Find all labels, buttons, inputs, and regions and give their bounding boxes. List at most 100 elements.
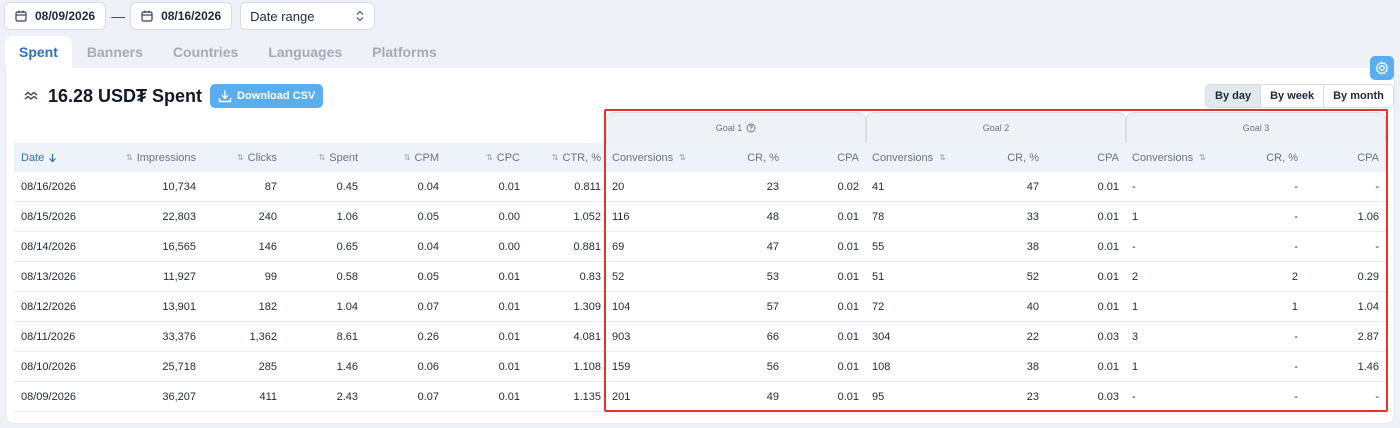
date-to-button[interactable]: 08/16/2026: [130, 2, 233, 30]
cell-g2-cpa: 0.01: [1097, 360, 1119, 373]
date-range-select[interactable]: Date range: [240, 2, 376, 30]
cell-date: 08/15/2026: [21, 210, 77, 223]
cell-impressions: 25,718: [162, 360, 196, 373]
summary-header: 16.28 USD₮ Spent Download CSV: [24, 84, 324, 108]
cell-date: 08/09/2026: [21, 390, 77, 403]
cell-ctr: 1.052: [573, 210, 601, 223]
cell-g1-cr: 23: [766, 180, 779, 193]
cell-g3-conv: 2: [1132, 270, 1139, 283]
cell-ctr: 1.108: [573, 360, 601, 373]
goal-1-label: Goal 1: [715, 123, 743, 133]
cell-ctr: 4.081: [573, 330, 601, 343]
col-cr-label: CR, %: [747, 151, 779, 164]
col-g2-cr-header[interactable]: CR, %: [974, 143, 1039, 172]
col-impressions-header[interactable]: ⇅ Impressions: [109, 143, 196, 172]
cell-cpm: 0.04: [417, 180, 439, 193]
col-clicks-header[interactable]: ⇅ Clicks: [214, 143, 277, 172]
cell-cpc: 0.01: [498, 300, 520, 313]
cell-g1-cpa: 0.01: [837, 240, 859, 253]
date-separator: —: [111, 8, 126, 24]
col-spent-header[interactable]: ⇅ Spent: [294, 143, 358, 172]
col-g1-cr-header[interactable]: CR, %: [714, 143, 779, 172]
col-g1-conversions-header[interactable]: Conversions ⇅: [612, 143, 686, 172]
tab-spent[interactable]: Spent: [5, 36, 72, 68]
cell-clicks: 146: [258, 240, 277, 253]
cell-g3-cpa: 1.04: [1357, 300, 1379, 313]
col-ctr-header[interactable]: ⇅ CTR, %: [534, 143, 601, 172]
cell-g2-cpa: 0.01: [1097, 300, 1119, 313]
goal-3-header: Goal 3: [1126, 112, 1386, 143]
cell-g2-cr: 52: [1026, 270, 1039, 283]
cell-ctr: 1.135: [573, 390, 601, 403]
by-day-button[interactable]: By day: [1206, 85, 1261, 107]
cell-cpm: 0.05: [417, 210, 439, 223]
cell-g3-cr: 2: [1291, 270, 1298, 283]
cell-g1-cpa: 0.01: [837, 360, 859, 373]
cell-g2-conv: 108: [872, 360, 891, 373]
col-g3-cpa-header[interactable]: CPA: [1314, 143, 1379, 172]
cell-g2-cpa: 0.03: [1097, 390, 1119, 403]
sort-icon: ⇅: [403, 153, 411, 162]
cell-spent: 2.43: [336, 390, 358, 403]
cell-g1-cr: 56: [766, 360, 779, 373]
table-row: 08/11/2026 33,376 1,362 8.61 0.26 0.01 4.081 90…: [14, 322, 1386, 352]
by-month-button[interactable]: By month: [1323, 85, 1393, 107]
help-icon[interactable]: [746, 123, 756, 133]
cell-g1-cpa: 0.01: [837, 390, 859, 403]
cell-g1-conv: 104: [612, 300, 631, 313]
col-date-header[interactable]: Date: [21, 143, 57, 172]
goal-1-header: Goal 1: [606, 112, 866, 143]
cell-g2-conv: 51: [872, 270, 885, 283]
cell-ctr: 1.309: [573, 300, 601, 313]
col-g1-cpa-header[interactable]: CPA: [794, 143, 859, 172]
cell-g1-cpa: 0.01: [837, 300, 859, 313]
cell-g2-conv: 304: [872, 330, 891, 343]
cell-spent: 0.58: [336, 270, 358, 283]
col-cpm-header[interactable]: ⇅ CPM: [374, 143, 439, 172]
tab-banners[interactable]: Banners: [72, 36, 158, 68]
col-date-label: Date: [21, 151, 45, 164]
cell-g1-conv: 201: [612, 390, 631, 403]
cell-cpc: 0.01: [498, 330, 520, 343]
col-cpc-header[interactable]: ⇅ CPC: [455, 143, 520, 172]
cell-date: 08/13/2026: [21, 270, 77, 283]
trend-icon: [24, 91, 38, 100]
tab-languages[interactable]: Languages: [253, 36, 357, 68]
cell-spent: 1.04: [336, 300, 358, 313]
by-week-button[interactable]: By week: [1260, 85, 1324, 107]
settings-button[interactable]: [1370, 56, 1394, 80]
col-g3-cr-header[interactable]: CR, %: [1234, 143, 1298, 172]
tab-platforms[interactable]: Platforms: [357, 36, 452, 68]
table-row: 08/14/2026 16,565 146 0.65 0.04 0.00 0.881 69 47…: [14, 232, 1386, 262]
col-g2-conversions-header[interactable]: Conversions ⇅: [872, 143, 946, 172]
cell-g1-cpa: 0.01: [837, 210, 859, 223]
goal-3-label: Goal 3: [1242, 123, 1270, 133]
cell-clicks: 87: [264, 180, 277, 193]
cell-cpm: 0.05: [417, 270, 439, 283]
cell-g1-conv: 116: [612, 210, 630, 223]
col-cpa-label: CPA: [1097, 151, 1119, 164]
cell-g3-cpa: 1.06: [1357, 210, 1379, 223]
cell-spent: 1.06: [336, 210, 358, 223]
cell-cpm: 0.07: [417, 390, 439, 403]
cell-clicks: 240: [258, 210, 277, 223]
table-row: 08/10/2026 25,718 285 1.46 0.06 0.01 1.108 159 5…: [14, 352, 1386, 382]
col-cr-label: CR, %: [1007, 151, 1039, 164]
cell-impressions: 10,734: [162, 180, 196, 193]
tab-countries[interactable]: Countries: [158, 36, 253, 68]
col-g2-cpa-header[interactable]: CPA: [1054, 143, 1119, 172]
date-range-label: Date range: [250, 8, 315, 24]
cell-g3-cr: -: [1294, 240, 1298, 253]
date-from-button[interactable]: 08/09/2026: [4, 2, 107, 30]
cell-cpm: 0.07: [417, 300, 439, 313]
download-csv-button[interactable]: Download CSV: [210, 84, 324, 108]
cell-g3-cpa: -: [1375, 390, 1379, 403]
sort-icon: ⇅: [318, 153, 326, 162]
cell-cpc: 0.00: [498, 210, 520, 223]
cell-cpm: 0.04: [417, 240, 439, 253]
cell-g1-conv: 159: [612, 360, 631, 373]
cell-g2-conv: 78: [872, 210, 885, 223]
filter-bar: 08/09/2026 — 08/16/2026 Date range: [4, 2, 376, 30]
goal-header-row: Goal 1 Goal 2 Goal 3: [606, 112, 1386, 143]
col-g3-conversions-header[interactable]: Conversions ⇅: [1132, 143, 1206, 172]
